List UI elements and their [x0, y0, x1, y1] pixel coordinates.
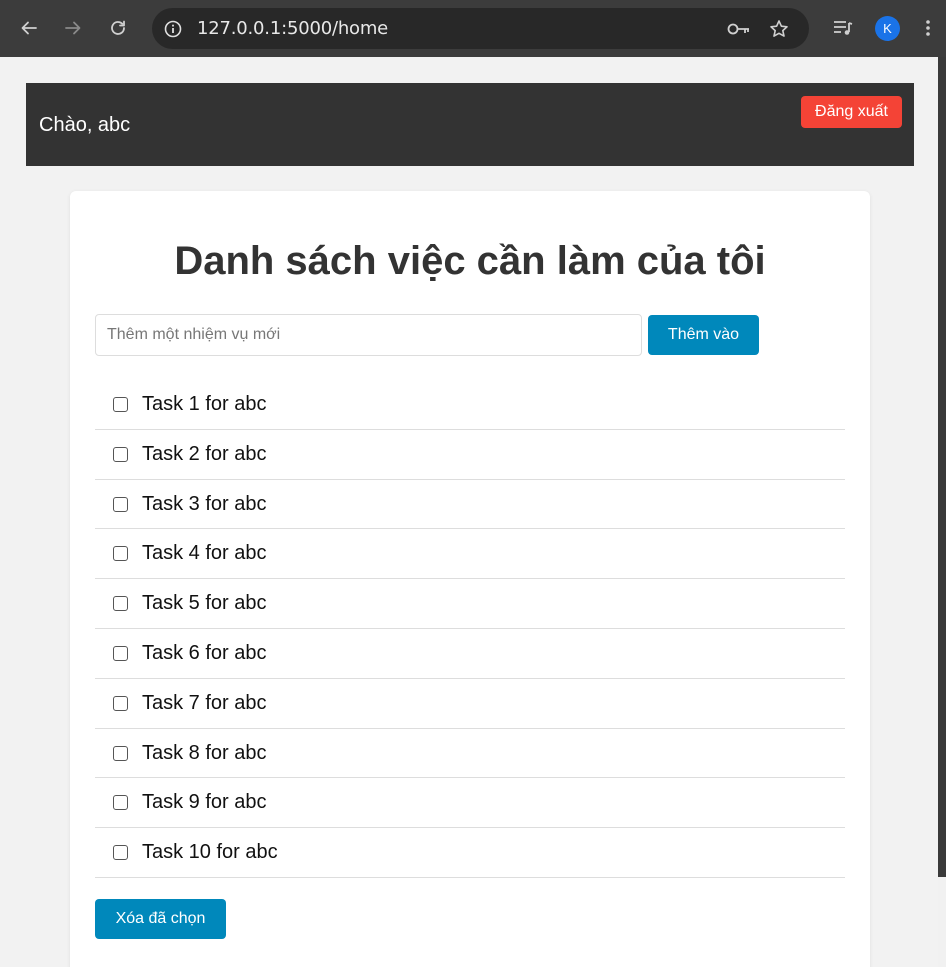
- task-item: Task 6 for abc: [95, 629, 845, 679]
- playlist-icon[interactable]: [829, 14, 857, 42]
- task-label: Task 10 for abc: [142, 841, 278, 864]
- task-label: Task 8 for abc: [142, 741, 267, 764]
- task-label: Task 3 for abc: [142, 492, 267, 515]
- task-item: Task 2 for abc: [95, 430, 845, 480]
- task-list: Task 1 for abc Task 2 for abc Task 3 for…: [95, 380, 845, 878]
- task-checkbox[interactable]: [113, 546, 128, 562]
- task-item: Task 7 for abc: [95, 679, 845, 729]
- add-task-button[interactable]: Thêm vào: [648, 315, 759, 355]
- task-label: Task 4 for abc: [142, 542, 267, 565]
- task-label: Task 2 for abc: [142, 442, 267, 465]
- profile-avatar[interactable]: K: [875, 16, 900, 41]
- task-checkbox[interactable]: [113, 745, 128, 761]
- task-item: Task 3 for abc: [95, 480, 845, 530]
- task-checkbox[interactable]: [113, 397, 128, 412]
- task-item: Task 4 for abc: [95, 529, 845, 580]
- task-label: Task 9 for abc: [142, 791, 267, 814]
- task-label: Task 7 for abc: [142, 691, 267, 714]
- task-label: Task 5 for abc: [142, 592, 267, 615]
- todo-card: Danh sách việc cần làm của tôi Thêm vào …: [70, 191, 870, 967]
- task-item: Task 8 for abc: [95, 729, 845, 779]
- task-checkbox[interactable]: [113, 645, 128, 661]
- page-title: Danh sách việc cần làm của tôi: [174, 239, 766, 283]
- info-icon[interactable]: [161, 17, 184, 40]
- star-icon[interactable]: [767, 17, 791, 41]
- task-item: Task 9 for abc: [95, 778, 845, 829]
- key-icon[interactable]: [727, 17, 751, 41]
- forward-arrow-icon[interactable]: [59, 14, 87, 42]
- browser-toolbar: 127.0.0.1:5000/home K: [0, 0, 946, 57]
- scrollbar-thumb[interactable]: [938, 57, 946, 877]
- task-label: Task 1 for abc: [142, 393, 267, 415]
- task-checkbox[interactable]: [113, 596, 128, 612]
- delete-selected-button[interactable]: Xóa đã chọn: [95, 899, 226, 939]
- page-header: Chào, abc Đăng xuất: [26, 83, 914, 166]
- logout-button[interactable]: Đăng xuất: [801, 96, 902, 128]
- greeting-text: Chào, abc: [39, 114, 131, 136]
- task-checkbox[interactable]: [113, 795, 128, 811]
- task-checkbox[interactable]: [113, 446, 128, 462]
- task-label: Task 6 for abc: [142, 641, 267, 664]
- task-item: Task 1 for abc: [95, 380, 845, 430]
- address-bar[interactable]: 127.0.0.1:5000/home: [152, 8, 809, 49]
- task-item: Task 5 for abc: [95, 579, 845, 629]
- task-checkbox[interactable]: [113, 496, 128, 512]
- page-scrollbar[interactable]: [938, 57, 946, 967]
- task-checkbox[interactable]: [113, 695, 128, 711]
- new-task-input[interactable]: [95, 314, 642, 356]
- back-arrow-icon[interactable]: [15, 14, 43, 42]
- task-checkbox[interactable]: [113, 845, 128, 861]
- reload-icon[interactable]: [104, 14, 132, 42]
- kebab-menu-icon[interactable]: [918, 14, 938, 42]
- task-item: Task 10 for abc: [95, 828, 845, 878]
- url-text[interactable]: 127.0.0.1:5000/home: [197, 18, 388, 39]
